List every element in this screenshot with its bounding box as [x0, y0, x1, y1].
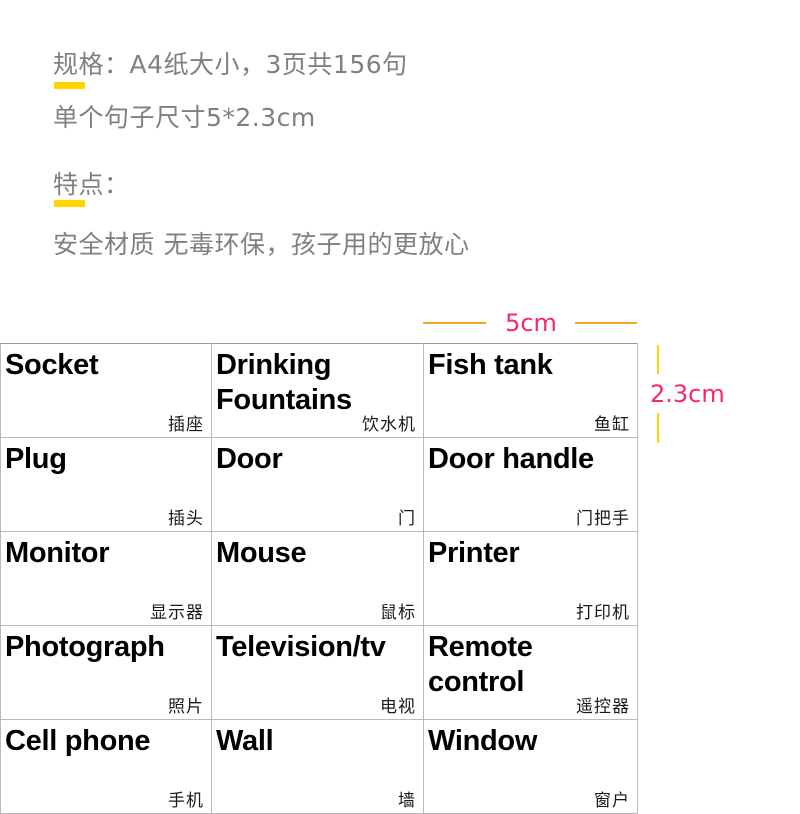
vocabulary-card-english: Drinking Fountains	[216, 349, 352, 416]
feature-line-material: 安全材质 无毒环保，孩子用的更放心	[53, 230, 470, 259]
vocabulary-card-chinese: 电视	[380, 697, 416, 717]
vocabulary-card[interactable]: Remote control 遥控器	[423, 625, 638, 720]
vocabulary-card-chinese: 插座	[168, 415, 204, 435]
vocabulary-card-english: Printer	[428, 537, 520, 569]
table-row: Socket 插座 Drinking Fountains 饮水机 Fish ta…	[0, 343, 638, 438]
feature-heading: 特点：	[53, 170, 130, 199]
vocabulary-card[interactable]: Socket 插座	[0, 343, 212, 438]
vocabulary-card-inner: Mouse 鼠标	[212, 532, 423, 625]
vocabulary-card-english: Window	[428, 725, 538, 757]
width-dimension-rule-left	[423, 322, 486, 324]
vocabulary-card-english: Remote control	[428, 631, 533, 698]
vocabulary-card-inner: Socket 插座	[1, 344, 211, 437]
vocabulary-card-chinese: 门	[398, 509, 416, 529]
height-dimension-tick-top	[657, 345, 659, 374]
vocabulary-card-inner: Wall 墙	[212, 720, 423, 813]
vocabulary-card-inner: Remote control 遥控器	[424, 626, 637, 719]
vocabulary-card-inner: Photograph 照片	[1, 626, 211, 719]
vocabulary-card-english: Fish tank	[428, 349, 553, 381]
table-row: Photograph 照片 Television/tv 电视 Remote co…	[0, 625, 638, 720]
vocabulary-card-chinese: 饮水机	[362, 415, 416, 435]
vocabulary-card-chinese: 显示器	[150, 603, 204, 623]
spec-heading-underline	[54, 82, 85, 89]
vocabulary-card[interactable]: Television/tv 电视	[211, 625, 424, 720]
vocabulary-card-english: Monitor	[5, 537, 110, 569]
vocabulary-card-chinese: 墙	[398, 791, 416, 811]
height-dimension-tick-bottom	[657, 413, 659, 443]
vocabulary-card-english: Door	[216, 443, 283, 475]
vocabulary-card-english: Socket	[5, 349, 99, 381]
width-dimension-annotation: 5cm	[423, 310, 637, 336]
vocabulary-card-english: Plug	[5, 443, 67, 475]
height-dimension-label: 2.3cm	[650, 380, 725, 408]
vocabulary-card-chinese: 照片	[168, 697, 204, 717]
width-dimension-label: 5cm	[505, 309, 557, 337]
vocabulary-card-inner: Window 窗户	[424, 720, 637, 813]
vocabulary-card[interactable]: Door 门	[211, 437, 424, 532]
vocabulary-card[interactable]: Printer 打印机	[423, 531, 638, 626]
vocabulary-card-chinese: 门把手	[576, 509, 630, 529]
vocabulary-card-english: Cell phone	[5, 725, 151, 757]
vocabulary-card-english: Wall	[216, 725, 274, 757]
vocabulary-card[interactable]: Mouse 鼠标	[211, 531, 424, 626]
vocabulary-card-inner: Fish tank 鱼缸	[424, 344, 637, 437]
height-dimension-annotation: 2.3cm	[645, 345, 765, 445]
vocabulary-card[interactable]: Monitor 显示器	[0, 531, 212, 626]
vocabulary-card[interactable]: Door handle 门把手	[423, 437, 638, 532]
vocabulary-card-inner: Monitor 显示器	[1, 532, 211, 625]
vocabulary-card-inner: Plug 插头	[1, 438, 211, 531]
vocabulary-card[interactable]: Cell phone 手机	[0, 719, 212, 814]
vocabulary-card-chinese: 插头	[168, 509, 204, 529]
vocabulary-card-inner: Cell phone 手机	[1, 720, 211, 813]
vocabulary-card[interactable]: Drinking Fountains 饮水机	[211, 343, 424, 438]
width-dimension-rule-right	[575, 322, 637, 324]
vocabulary-card-table-body: Socket 插座 Drinking Fountains 饮水机 Fish ta…	[0, 343, 638, 814]
vocabulary-card[interactable]: Photograph 照片	[0, 625, 212, 720]
vocabulary-card-chinese: 鼠标	[380, 603, 416, 623]
vocabulary-card-inner: Television/tv 电视	[212, 626, 423, 719]
vocabulary-card-chinese: 遥控器	[576, 697, 630, 717]
vocabulary-card-english: Mouse	[216, 537, 307, 569]
feature-heading-underline	[54, 200, 85, 207]
vocabulary-card-chinese: 窗户	[594, 791, 630, 811]
vocabulary-card[interactable]: Wall 墙	[211, 719, 424, 814]
vocabulary-card[interactable]: Fish tank 鱼缸	[423, 343, 638, 438]
vocabulary-card[interactable]: Window 窗户	[423, 719, 638, 814]
spec-line-card-size: 单个句子尺寸5*2.3cm	[53, 103, 316, 132]
table-row: Plug 插头 Door 门 Door handle 门把手	[0, 437, 638, 532]
vocabulary-card-inner: Drinking Fountains 饮水机	[212, 344, 423, 437]
vocabulary-card-inner: Door handle 门把手	[424, 438, 637, 531]
vocabulary-card-chinese: 打印机	[576, 603, 630, 623]
spec-line-specification: 规格：A4纸大小，3页共156句	[53, 50, 408, 79]
vocabulary-card-table: Socket 插座 Drinking Fountains 饮水机 Fish ta…	[0, 343, 638, 814]
vocabulary-card-chinese: 手机	[168, 791, 204, 811]
table-row: Monitor 显示器 Mouse 鼠标 Printer 打印机	[0, 531, 638, 626]
vocabulary-card-chinese: 鱼缸	[594, 415, 630, 435]
vocabulary-card-english: Door handle	[428, 443, 594, 475]
table-row: Cell phone 手机 Wall 墙 Window 窗户	[0, 719, 638, 814]
vocabulary-card-english: Photograph	[5, 631, 165, 663]
vocabulary-card-inner: Door 门	[212, 438, 423, 531]
vocabulary-card-english: Television/tv	[216, 631, 386, 663]
vocabulary-card[interactable]: Plug 插头	[0, 437, 212, 532]
vocabulary-card-inner: Printer 打印机	[424, 532, 637, 625]
